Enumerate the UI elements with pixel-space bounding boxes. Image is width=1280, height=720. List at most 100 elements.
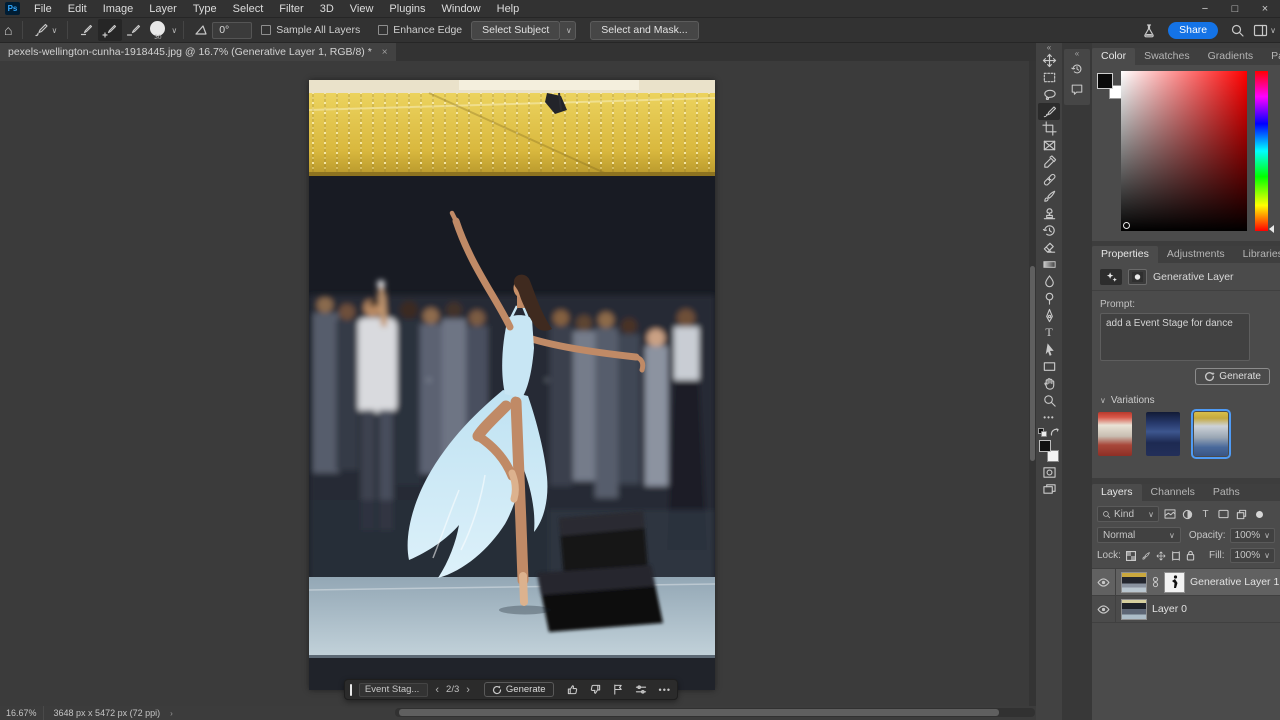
variation-thumbnail-2[interactable]	[1146, 412, 1180, 456]
tool-gradient[interactable]	[1038, 256, 1060, 273]
horizontal-scrollbar[interactable]	[395, 708, 1035, 717]
brush-angle-field[interactable]: 0°	[212, 22, 252, 39]
enhance-edge-checkbox[interactable]: Enhance Edge	[378, 24, 462, 36]
filter-shape-layers-icon[interactable]	[1216, 507, 1231, 522]
minipanel-collapse-icon[interactable]: «	[1064, 49, 1090, 59]
tool-crop[interactable]	[1038, 120, 1060, 137]
layer-row-generative[interactable]: Generative Layer 1	[1092, 569, 1280, 596]
comments-panel-icon[interactable]	[1064, 79, 1090, 99]
close-icon[interactable]: ×	[1250, 0, 1280, 17]
tab-paths[interactable]: Paths	[1204, 484, 1249, 501]
menu-plugins[interactable]: Plugins	[381, 0, 433, 17]
taskbar-prompt-field[interactable]: Event Stag...	[359, 683, 428, 697]
tool-zoom[interactable]	[1038, 392, 1060, 409]
tab-patterns[interactable]: Patterns	[1262, 48, 1280, 65]
properties-sliders-icon[interactable]	[629, 684, 653, 695]
vertical-scrollbar[interactable]	[1029, 61, 1036, 706]
toolbar-collapse-icon[interactable]: «	[1036, 43, 1062, 52]
maximize-icon[interactable]: □	[1220, 0, 1250, 17]
tool-rectangle-shape[interactable]	[1038, 358, 1060, 375]
search-icon[interactable]	[1226, 19, 1249, 41]
menu-layer[interactable]: Layer	[141, 0, 185, 17]
tab-gradients[interactable]: Gradients	[1199, 48, 1263, 65]
layer-mask-thumbnail[interactable]	[1164, 572, 1185, 593]
opacity-value[interactable]: 100% ∨	[1230, 528, 1275, 543]
prompt-textarea[interactable]: add a Event Stage for dance	[1100, 313, 1250, 361]
lock-all-icon[interactable]	[1186, 548, 1196, 563]
tool-hand[interactable]	[1038, 375, 1060, 392]
saturation-brightness-field[interactable]	[1121, 71, 1247, 231]
fill-value[interactable]: 100% ∨	[1230, 548, 1275, 563]
menu-3d[interactable]: 3D	[312, 0, 342, 17]
select-subject-button[interactable]: Select Subject	[471, 21, 560, 40]
tool-blur[interactable]	[1038, 273, 1060, 290]
foreground-background-swatches[interactable]	[1038, 440, 1060, 462]
layer-filter-kind-select[interactable]: Kind ∨	[1097, 506, 1159, 522]
menu-window[interactable]: Window	[434, 0, 489, 17]
tab-color[interactable]: Color	[1092, 48, 1135, 65]
brush-add-selection-icon[interactable]	[98, 19, 122, 41]
tech-preview-flask-icon[interactable]	[1138, 19, 1160, 41]
tool-history-brush[interactable]	[1038, 222, 1060, 239]
document-tab[interactable]: pexels-wellington-cunha-1918445.jpg @ 16…	[0, 43, 396, 61]
tab-channels[interactable]: Channels	[1142, 484, 1204, 501]
menu-help[interactable]: Help	[489, 0, 528, 17]
tool-dodge[interactable]	[1038, 290, 1060, 307]
horizontal-scrollbar-thumb[interactable]	[399, 709, 999, 716]
zoom-level-field[interactable]: 16.67%	[0, 706, 44, 720]
filter-on-off-toggle[interactable]	[1256, 511, 1263, 518]
minimize-icon[interactable]: −	[1190, 0, 1220, 17]
share-button[interactable]: Share	[1168, 22, 1218, 39]
tool-clone-stamp[interactable]	[1038, 205, 1060, 222]
quick-mask-icon[interactable]	[1038, 464, 1060, 481]
brush-size-picker[interactable]: 30	[146, 19, 169, 41]
foreground-color-swatch[interactable]	[1097, 73, 1113, 89]
brush-new-selection-icon[interactable]	[74, 19, 98, 41]
previous-variation-icon[interactable]: ‹	[428, 684, 446, 696]
tab-close-icon[interactable]: ×	[382, 47, 388, 58]
filter-pixel-layers-icon[interactable]	[1162, 507, 1177, 522]
menu-view[interactable]: View	[342, 0, 382, 17]
tool-rectangular-marquee[interactable]	[1038, 69, 1060, 86]
hue-slider[interactable]	[1255, 71, 1268, 231]
more-options-icon[interactable]: •••	[653, 685, 677, 695]
color-field-marker[interactable]	[1123, 222, 1130, 229]
next-variation-icon[interactable]: ›	[459, 684, 477, 696]
menu-select[interactable]: Select	[225, 0, 272, 17]
layer-row-background[interactable]: Layer 0	[1092, 596, 1280, 623]
color-fg-bg-swatches[interactable]	[1097, 73, 1123, 99]
sample-all-layers-checkbox[interactable]: Sample All Layers	[261, 24, 360, 36]
home-icon[interactable]: ⌂	[0, 19, 16, 41]
variation-thumbnail-1[interactable]	[1098, 412, 1132, 456]
workspace-switcher-icon[interactable]: ∨	[1249, 19, 1280, 41]
layer-name[interactable]: Generative Layer 1	[1190, 576, 1279, 588]
tool-brush[interactable]	[1038, 188, 1060, 205]
filter-smart-objects-icon[interactable]	[1234, 507, 1249, 522]
menu-edit[interactable]: Edit	[60, 0, 95, 17]
tool-spot-healing[interactable]	[1038, 171, 1060, 188]
screen-mode-icon[interactable]	[1038, 481, 1060, 498]
taskbar-drag-handle[interactable]	[350, 684, 352, 696]
lock-transparency-icon[interactable]	[1126, 548, 1136, 563]
hue-slider-marker[interactable]	[1269, 225, 1274, 233]
tool-lasso[interactable]	[1038, 86, 1060, 103]
filter-adjustment-layers-icon[interactable]	[1180, 507, 1195, 522]
thumbs-down-icon[interactable]	[584, 684, 607, 695]
tab-swatches[interactable]: Swatches	[1135, 48, 1199, 65]
menu-file[interactable]: File	[26, 0, 60, 17]
tool-path-selection[interactable]	[1038, 341, 1060, 358]
tab-layers[interactable]: Layers	[1092, 484, 1142, 501]
variation-thumbnail-3-selected[interactable]	[1194, 412, 1228, 456]
toolbar-more-icon[interactable]: •••	[1038, 409, 1060, 426]
default-colors-icon[interactable]	[1038, 428, 1047, 437]
thumbs-up-icon[interactable]	[561, 684, 584, 695]
status-info-caret[interactable]: ›	[170, 709, 173, 718]
brush-size-caret[interactable]: ∨	[171, 26, 177, 35]
lock-artboard-icon[interactable]	[1171, 548, 1181, 563]
tool-move[interactable]	[1038, 52, 1060, 69]
menu-type[interactable]: Type	[185, 0, 225, 17]
swap-colors-icon[interactable]	[1050, 428, 1060, 437]
report-flag-icon[interactable]	[607, 684, 629, 695]
blend-mode-select[interactable]: Normal ∨	[1097, 527, 1181, 543]
select-subject-caret[interactable]: ∨	[560, 21, 576, 40]
